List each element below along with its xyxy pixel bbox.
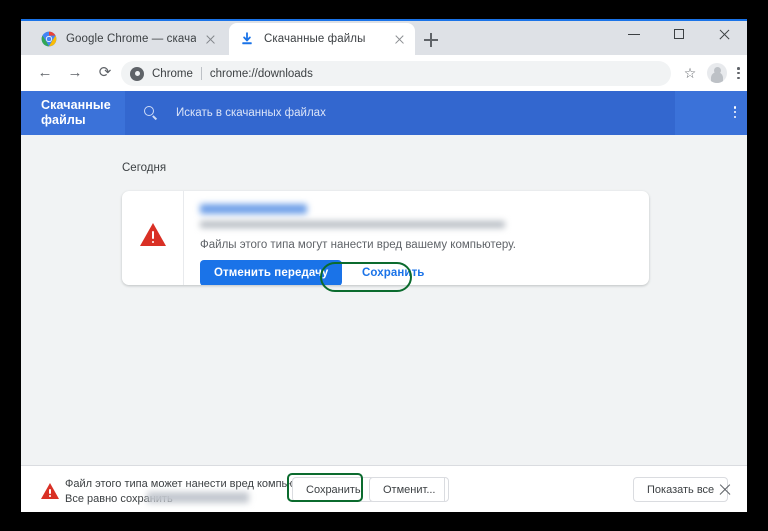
tab-title: Google Chrome — скачать бесп [66, 33, 196, 45]
cancel-transfer-button[interactable]: Отменить передачу [200, 260, 343, 285]
arrow-right-icon: → [67, 64, 83, 81]
menu-dot [737, 76, 740, 80]
chrome-menu-button[interactable] [731, 63, 745, 83]
downloads-content-area: Сегодня Файлы этого типа могут нанести в… [21, 135, 747, 512]
show-all-downloads-button[interactable]: Показать все [633, 477, 729, 502]
bookmark-star-icon[interactable]: ☆ [680, 63, 700, 83]
search-icon [144, 106, 158, 120]
reload-icon: ⟳ [98, 64, 112, 81]
search-icon-handle [151, 115, 157, 120]
forward-button[interactable]: → [64, 62, 86, 84]
download-shelf: Файл этого типа может нанести вред компь… [21, 465, 747, 512]
close-icon[interactable] [202, 31, 218, 47]
chrome-logo-icon [41, 31, 57, 47]
download-item-card: Файлы этого типа могут нанести вред ваше… [122, 191, 649, 285]
tab-title: Скачанные файлы [264, 33, 366, 45]
shelf-save-button[interactable]: Сохранить [292, 477, 375, 502]
reload-button[interactable]: ⟳ [94, 62, 116, 84]
divider [200, 67, 202, 80]
downloads-page-header: Скачанные файлы Искать в скачанных файла… [21, 91, 747, 135]
menu-dot [733, 110, 737, 114]
tab-downloads[interactable]: Скачанные файлы [229, 23, 415, 55]
chrome-page-icon [130, 66, 144, 81]
shelf-warning-line-1: Файл этого типа может нанести вред компь… [65, 478, 320, 490]
screen-background: Google Chrome — скачать бесп Скачанные ф… [0, 0, 768, 531]
chrome-browser-window: Google Chrome — скачать бесп Скачанные ф… [21, 19, 747, 512]
page-title: Скачанные файлы [41, 98, 111, 127]
shelf-filename-redacted [147, 492, 249, 503]
save-button[interactable]: Сохранить [348, 260, 438, 285]
close-shelf-icon[interactable] [716, 481, 734, 499]
window-close-button[interactable] [702, 19, 747, 49]
date-group-label: Сегодня [122, 162, 167, 174]
shelf-cancel-button[interactable]: Отменит... [369, 477, 450, 502]
search-input[interactable]: Искать в скачанных файлах [125, 91, 675, 135]
window-minimize-button[interactable] [612, 19, 657, 49]
tab-strip: Google Chrome — скачать бесп Скачанные ф… [21, 19, 747, 55]
download-icon-column [122, 191, 184, 285]
warning-triangle-icon [41, 483, 59, 499]
origin-chip-label: Chrome [152, 67, 193, 80]
window-maximize-button[interactable] [657, 19, 702, 49]
download-filename-redacted[interactable] [200, 204, 307, 214]
menu-dot [737, 71, 740, 75]
close-icon[interactable] [391, 31, 407, 47]
warning-triangle-icon [140, 223, 166, 246]
avatar-head [713, 66, 721, 74]
search-input-placeholder: Искать в скачанных файлах [176, 107, 326, 119]
download-icon [239, 31, 255, 47]
menu-dot [733, 106, 737, 109]
download-warning-text: Файлы этого типа могут нанести вред ваше… [200, 239, 516, 251]
menu-dot [737, 67, 740, 70]
tab-google-chrome-download[interactable]: Google Chrome — скачать бесп [31, 23, 226, 55]
avatar[interactable] [707, 63, 727, 83]
address-bar-url: chrome://downloads [209, 67, 313, 80]
divider [444, 477, 445, 502]
arrow-left-icon: ← [37, 64, 53, 81]
download-source-url-redacted [200, 221, 505, 228]
menu-dot [733, 115, 737, 119]
warning-exclamation-bar [49, 488, 51, 494]
warning-exclamation-dot [151, 240, 155, 243]
back-button[interactable]: ← [34, 62, 56, 84]
warning-exclamation-bar [151, 231, 155, 239]
address-bar[interactable]: Chrome chrome://downloads [121, 61, 671, 86]
warning-exclamation-dot [49, 495, 51, 497]
downloads-menu-button[interactable] [729, 105, 741, 123]
new-tab-button[interactable] [419, 28, 443, 52]
browser-toolbar: ← → ⟳ Chrome chrome://downloads ☆ [21, 55, 747, 91]
